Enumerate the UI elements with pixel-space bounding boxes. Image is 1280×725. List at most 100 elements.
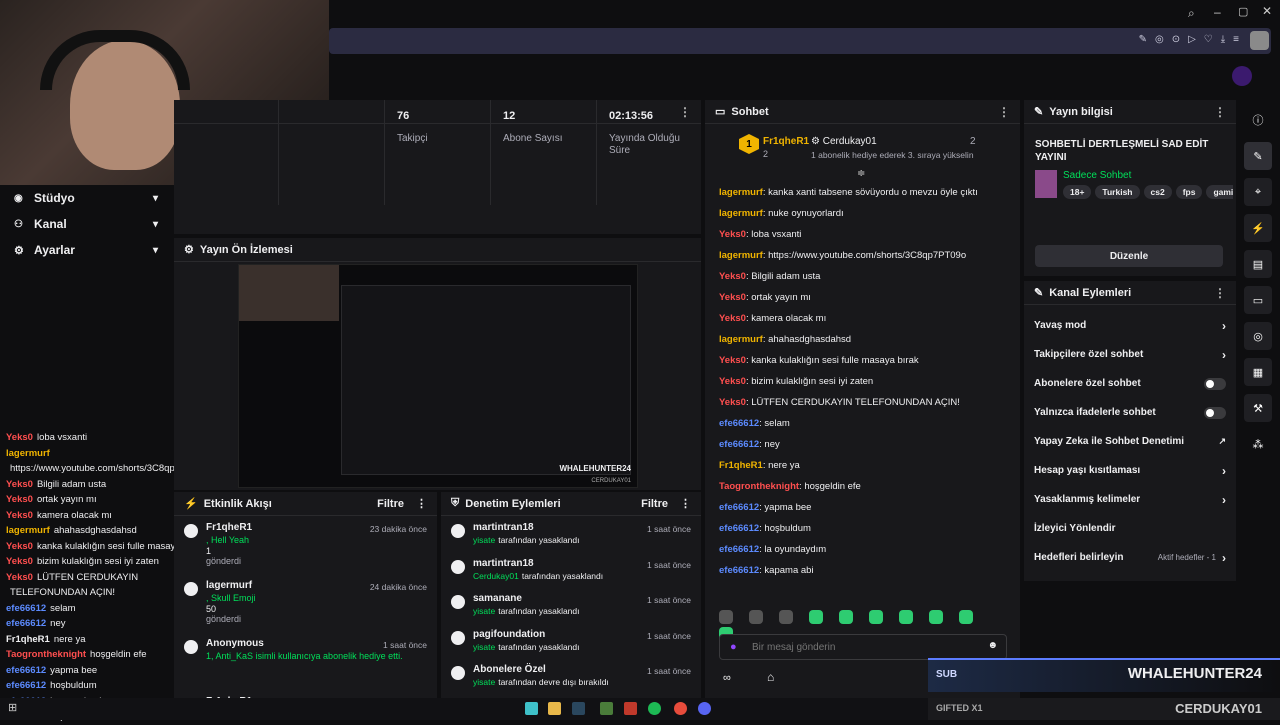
- emote-icon[interactable]: [839, 610, 853, 624]
- chat-username[interactable]: lagermurf: [719, 208, 763, 219]
- filter-button[interactable]: Filtre: [641, 498, 668, 510]
- channel-action-control[interactable]: ↗: [1218, 436, 1226, 447]
- user-avatar[interactable]: [1232, 66, 1252, 86]
- chat-username[interactable]: efe66612: [719, 418, 759, 429]
- toggle-switch[interactable]: [1204, 377, 1226, 390]
- chat-input[interactable]: [752, 638, 972, 656]
- moderation-item[interactable]: pagifoundation yisate tarafından yasakland…: [441, 623, 701, 659]
- channel-action-control[interactable]: [1204, 406, 1226, 419]
- moderation-item[interactable]: Abonelere Özel yisate tarafından devre dış…: [441, 658, 701, 694]
- leaderboard-user[interactable]: Fr1qheR1: [763, 136, 809, 147]
- more-icon[interactable]: ⋮: [1214, 105, 1226, 119]
- steam-icon[interactable]: [572, 702, 585, 715]
- activity-item[interactable]: lagermurf, Skull Emoji 50 gönderdi 24 dakik…: [174, 574, 437, 632]
- chat-username[interactable]: Taogrontheknight: [719, 481, 799, 492]
- chat-username[interactable]: Fr1qheR1: [719, 460, 763, 471]
- address-bar[interactable]: ✎◎⊙▷♡⤓≡: [329, 28, 1271, 54]
- chat-username[interactable]: lagermurf: [719, 250, 763, 261]
- toggle-switch[interactable]: [1204, 406, 1226, 419]
- mic-icon[interactable]: ●: [730, 641, 737, 653]
- document-icon[interactable]: ▤: [1244, 250, 1272, 278]
- windows-icon[interactable]: ⊞: [8, 701, 17, 714]
- more-icon[interactable]: ⋮: [416, 497, 427, 510]
- chat-username[interactable]: Yeks0: [719, 355, 746, 366]
- channel-action-item[interactable]: Yalnızca ifadelerle sohbet: [1024, 398, 1236, 427]
- maximize-icon[interactable]: ▢: [1238, 5, 1248, 18]
- more-icon[interactable]: ⋮: [998, 105, 1010, 119]
- leaderboard-second[interactable]: ⚙ Cerdukay01: [811, 136, 877, 147]
- scroll-down-icon[interactable]: ≑: [857, 168, 865, 179]
- channel-action-control[interactable]: ›: [1222, 348, 1226, 362]
- channel-action-item[interactable]: Yavaş mod ›: [1024, 311, 1236, 340]
- tag-chip[interactable]: 18+: [1063, 185, 1092, 199]
- emoji-icon[interactable]: ☻: [987, 640, 998, 651]
- minimize-icon[interactable]: –: [1214, 5, 1221, 19]
- points-icon[interactable]: ∞: [723, 672, 731, 684]
- app-icon[interactable]: [674, 702, 687, 715]
- channel-action-item[interactable]: İzleyici Yönlendir: [1024, 514, 1236, 543]
- emote-icon[interactable]: [749, 610, 763, 624]
- channel-action-item[interactable]: Hesap yaşı kısıtlaması ›: [1024, 456, 1236, 485]
- search-icon[interactable]: ⌕: [1188, 6, 1195, 21]
- tag-chip[interactable]: fps: [1175, 185, 1203, 199]
- moderation-item[interactable]: samanane yisate tarafından yasaklandı 1 saa…: [441, 587, 701, 623]
- category-link[interactable]: Sadece Sohbet: [1063, 170, 1131, 181]
- bolt-icon[interactable]: ⚡: [1244, 214, 1272, 242]
- wrench-icon[interactable]: ⚒: [1244, 394, 1272, 422]
- folder-icon[interactable]: [548, 702, 561, 715]
- chat-username[interactable]: Yeks0: [719, 229, 746, 240]
- channel-action-item[interactable]: Yapay Zeka ile Sohbet Denetimi ↗: [1024, 427, 1236, 456]
- chat-username[interactable]: Yeks0: [719, 313, 746, 324]
- emote-icon[interactable]: [959, 610, 973, 624]
- activity-item[interactable]: Fr1qheR1, Hell Yeah 1 gönderdi 23 dakika ön…: [174, 516, 437, 574]
- more-icon[interactable]: ⋮: [680, 497, 691, 510]
- channel-action-item[interactable]: Abonelere özel sohbet: [1024, 369, 1236, 398]
- channel-action-control[interactable]: ›: [1222, 464, 1226, 478]
- moderation-item[interactable]: martintran18 Cerdukay01 tarafından yasakla…: [441, 552, 701, 588]
- emote-icon[interactable]: [779, 610, 793, 624]
- chat-username[interactable]: lagermurf: [719, 334, 763, 345]
- broadcast-icon[interactable]: ◎: [1244, 322, 1272, 350]
- emote-icon[interactable]: [719, 610, 733, 624]
- channel-action-control[interactable]: ›: [1222, 319, 1226, 333]
- tag-chip[interactable]: cs2: [1143, 185, 1172, 199]
- app-icon[interactable]: [600, 702, 613, 715]
- more-icon[interactable]: ⋮: [1214, 286, 1226, 300]
- emote-icon[interactable]: [869, 610, 883, 624]
- app-icon[interactable]: [624, 702, 637, 715]
- browser-toolbar-icons[interactable]: ✎◎⊙▷♡⤓≡: [1139, 34, 1247, 45]
- chat-username[interactable]: efe66612: [719, 544, 759, 555]
- emote-icon[interactable]: [809, 610, 823, 624]
- gift-icon[interactable]: ⌂: [767, 670, 774, 684]
- chat-username[interactable]: Yeks0: [719, 271, 746, 282]
- chat-username[interactable]: efe66612: [719, 439, 759, 450]
- tag-chip[interactable]: Turkish: [1095, 185, 1140, 199]
- channel-action-item[interactable]: Takipçilere özel sohbet ›: [1024, 340, 1236, 369]
- preview-video[interactable]: WHALEHUNTER24 CERDUKAY01: [238, 264, 638, 488]
- discord-icon[interactable]: [698, 702, 711, 715]
- filter-button[interactable]: Filtre: [377, 498, 404, 510]
- chat-username[interactable]: efe66612: [719, 565, 759, 576]
- sidebar-item-settings[interactable]: ⚙ Ayarlar ▾: [0, 237, 172, 263]
- app-icon[interactable]: [525, 702, 538, 715]
- chat-icon[interactable]: ▭: [1244, 286, 1272, 314]
- chat-username[interactable]: lagermurf: [719, 187, 763, 198]
- extensions-icon[interactable]: ⁂: [1244, 430, 1272, 458]
- profile-avatar[interactable]: [1250, 31, 1269, 50]
- edit-button[interactable]: Düzenle: [1035, 245, 1223, 267]
- moderation-item[interactable]: martintran18 yisate tarafından yasaklandı 1…: [441, 516, 701, 552]
- target-icon[interactable]: ⌖: [1244, 178, 1272, 206]
- chat-input-box[interactable]: ● ☻: [719, 634, 1007, 660]
- chat-username[interactable]: Yeks0: [719, 376, 746, 387]
- sidebar-item-channel[interactable]: ⚇ Kanal ▾: [0, 211, 172, 237]
- channel-action-control[interactable]: ›: [1222, 493, 1226, 507]
- emote-icon[interactable]: [899, 610, 913, 624]
- close-icon[interactable]: ✕: [1262, 4, 1272, 18]
- chat-username[interactable]: efe66612: [719, 523, 759, 534]
- emote-icon[interactable]: [929, 610, 943, 624]
- chat-username[interactable]: efe66612: [719, 502, 759, 513]
- chat-username[interactable]: Yeks0: [719, 292, 746, 303]
- pencil-icon[interactable]: ✎: [1244, 142, 1272, 170]
- info-icon[interactable]: ⓘ: [1244, 106, 1272, 134]
- chat-username[interactable]: Yeks0: [719, 397, 746, 408]
